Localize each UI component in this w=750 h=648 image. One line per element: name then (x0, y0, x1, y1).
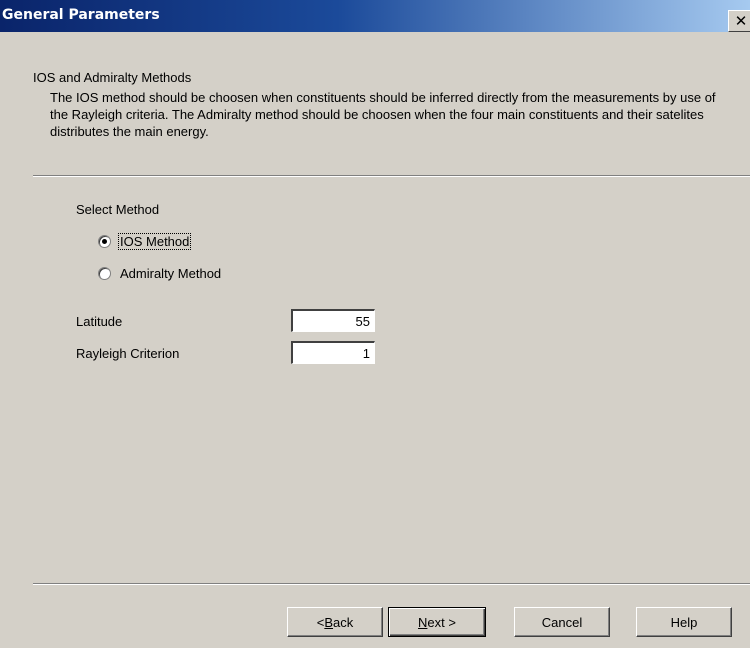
radio-admiralty-label[interactable]: Admiralty Method (119, 266, 222, 281)
close-icon: ✕ (734, 12, 748, 30)
window-title: General Parameters (2, 7, 160, 23)
latitude-input[interactable] (291, 309, 375, 332)
close-button[interactable]: ✕ (728, 10, 750, 32)
divider-top (33, 175, 750, 177)
next-button-mnemonic: N (418, 614, 428, 630)
next-button[interactable]: Next > (388, 607, 486, 637)
radio-ios-method[interactable]: IOS Method (98, 231, 192, 251)
rayleigh-criterion-input[interactable] (291, 341, 375, 364)
section-description: The IOS method should be choosen when co… (50, 90, 716, 139)
section-heading: IOS and Admiralty Methods (33, 70, 192, 85)
latitude-label: Latitude (76, 314, 123, 329)
back-button-rest: ack (333, 614, 354, 630)
title-bar: General Parameters ✕ (0, 0, 750, 32)
back-button[interactable]: < Back (287, 607, 383, 637)
back-button-mnemonic: B (324, 614, 334, 630)
help-button[interactable]: Help (636, 607, 732, 637)
radio-admiralty-indicator[interactable] (98, 266, 111, 280)
back-button-prefix: < (316, 614, 325, 630)
next-button-rest: ext > (427, 614, 456, 630)
radio-ios-indicator[interactable] (98, 234, 111, 248)
select-method-label: Select Method (76, 202, 160, 217)
radio-ios-label[interactable]: IOS Method (117, 232, 192, 250)
radio-admiralty-method[interactable]: Admiralty Method (98, 263, 222, 283)
cancel-button[interactable]: Cancel (514, 607, 610, 637)
rayleigh-criterion-label: Rayleigh Criterion (76, 346, 180, 361)
divider-bottom (33, 583, 750, 585)
